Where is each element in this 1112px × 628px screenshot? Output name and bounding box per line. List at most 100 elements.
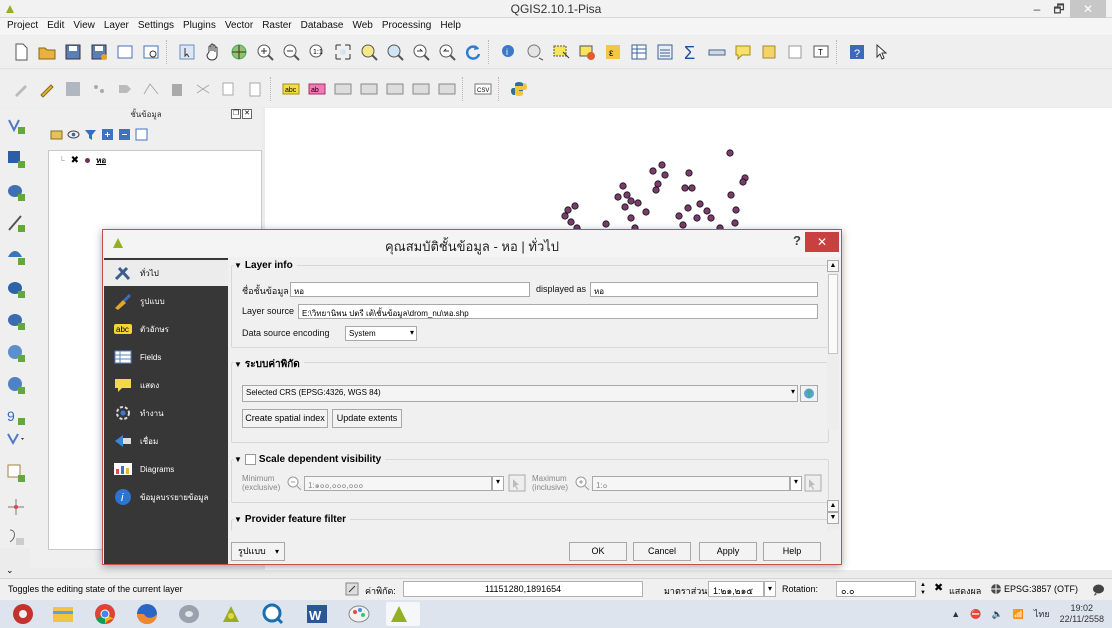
scroll-up-icon[interactable]: ▲ [827,260,839,272]
scrollbar-thumb[interactable] [828,274,838,354]
panel-float-button[interactable]: ❐ [231,109,241,119]
menu-project[interactable]: Project [3,18,43,35]
add-group-icon[interactable] [50,128,63,141]
sidebar-item-labels[interactable]: abc ตัวอักษร [104,316,228,342]
qgis-active-task[interactable] [386,602,420,626]
layer-row[interactable]: └ ✖ หอ [59,154,106,167]
toggle-editing-icon[interactable] [34,76,60,102]
panel-close-button[interactable]: ✕ [242,109,252,119]
scroll-up-icon[interactable]: ▲ [827,500,839,512]
python-console-icon[interactable] [506,76,532,102]
crs-header[interactable]: ▼ ระบบค่าพิกัด [234,357,304,372]
apply-button[interactable]: Apply [699,542,757,561]
menu-vector[interactable]: Vector [221,18,258,35]
save-as-icon[interactable] [86,39,112,65]
set-current-scale-icon[interactable] [804,474,822,492]
layer-source-input[interactable]: E:\วิทยานิพน ปตรี เต้\ชั้นข้อมูล\drom_nu… [298,304,818,319]
update-extents-button[interactable]: Update extents [332,409,402,428]
expand-all-icon[interactable] [101,128,114,141]
measure-icon[interactable] [704,39,730,65]
zoom-next-icon[interactable] [434,39,460,65]
qgis-browser-icon[interactable] [260,602,286,626]
rotation-spinner[interactable]: ▲ ▼ [918,581,928,597]
add-oracle-layer-icon[interactable] [5,278,27,300]
layer-checkbox[interactable]: ✖ [71,155,79,166]
actions-dropdown-icon[interactable] [522,39,548,65]
paint-icon[interactable] [346,602,372,626]
chrome-icon[interactable] [92,602,118,626]
style-menu-button[interactable]: รูปแบบ ▾ [231,542,285,561]
menu-layer[interactable]: Layer [100,18,134,35]
sidebar-item-fields[interactable]: Fields [104,344,228,370]
message-log-icon[interactable] [1092,583,1105,596]
add-vector-layer-icon[interactable] [5,114,27,136]
set-current-scale-icon[interactable] [508,474,526,492]
expand-toolbar-icon[interactable]: ⌄ [6,565,14,576]
add-spatialite-layer-icon[interactable] [5,212,27,234]
scroll-down-icon[interactable]: ▼ [827,512,839,524]
sidebar-item-style[interactable]: รูปแบบ [104,288,228,314]
qgis-desktop-icon[interactable] [218,602,244,626]
sidebar-item-general[interactable]: ทั่วไป [104,260,228,286]
label-show-hide-icon[interactable] [356,76,382,102]
file-explorer-icon[interactable] [50,602,76,626]
show-bookmarks-icon[interactable] [782,39,808,65]
sidebar-item-joins[interactable]: เชื่อม [104,428,228,454]
clock[interactable]: 19:02 22/11/2558 [1060,603,1104,625]
zoom-in-icon[interactable] [252,39,278,65]
layer-name[interactable]: หอ [96,154,106,167]
label-highlight-icon[interactable]: ab [304,76,330,102]
paste-features-icon[interactable] [242,76,268,102]
rotation-field[interactable]: ๐.๐ [836,581,916,597]
pan-map-icon[interactable] [200,39,226,65]
menu-processing[interactable]: Processing [378,18,436,35]
csv-icon[interactable]: CSV [470,76,496,102]
move-feature-icon[interactable] [112,76,138,102]
zoom-full-icon[interactable] [330,39,356,65]
zoom-out-icon[interactable] [278,39,304,65]
add-oracle-georaster-icon[interactable] [5,526,27,548]
firefox-icon[interactable] [134,602,160,626]
maximum-scale-input[interactable]: 1:๐ [592,476,790,491]
add-mssql-layer-icon[interactable] [5,245,27,267]
menu-edit[interactable]: Edit [43,18,69,35]
scale-dropdown[interactable]: ▾ [764,581,776,597]
minimize-button[interactable]: – [1026,0,1048,18]
content-scrollbar-bottom[interactable]: ▲ ▼ [827,500,839,530]
map-tips-icon[interactable] [730,39,756,65]
field-calculator-icon[interactable]: ε [600,39,626,65]
collapse-all-icon[interactable] [118,128,131,141]
open-project-icon[interactable] [34,39,60,65]
node-tool-icon[interactable] [138,76,164,102]
sidebar-item-actions[interactable]: ทำงาน [104,400,228,426]
composer-manager-icon[interactable] [138,39,164,65]
dialog-close-button[interactable]: ✕ [805,232,839,252]
label-toolbar-abc-icon[interactable]: abc [278,76,304,102]
signal-icon[interactable]: 📶 [1013,609,1024,620]
new-bookmark-icon[interactable] [756,39,782,65]
crs-select[interactable]: Selected CRS (EPSG:4326, WGS 84) ▾ [242,385,798,402]
ok-button[interactable]: OK [569,542,627,561]
add-raster-layer-icon[interactable] [5,148,27,170]
coordinate-field[interactable]: 11151280,1891654 [403,581,643,597]
select-crs-icon[interactable] [800,385,818,402]
layer-name-input[interactable]: หอ [290,282,530,297]
maximize-button[interactable]: 🗗 [1048,0,1070,18]
word-icon[interactable]: W [304,602,330,626]
scale-visibility-checkbox[interactable] [244,454,256,465]
crs-status[interactable]: EPSG:3857 (OTF) [1004,584,1078,594]
minimum-scale-dropdown[interactable]: ▾ [492,476,504,491]
menu-raster[interactable]: Raster [258,18,296,35]
menu-settings[interactable]: Settings [134,18,179,35]
volume-icon[interactable]: 🔈 [991,609,1002,620]
filter-legend-icon[interactable] [84,128,97,141]
tray-expand-icon[interactable]: ▲ [951,609,960,619]
save-project-icon[interactable] [60,39,86,65]
add-wfs-layer-icon[interactable] [5,496,27,518]
cut-features-icon[interactable] [190,76,216,102]
select-features-icon[interactable] [548,39,574,65]
add-feature-icon[interactable] [86,76,112,102]
maximum-scale-dropdown[interactable]: ▾ [790,476,802,491]
add-db2-layer-icon[interactable] [5,310,27,332]
menu-help[interactable]: Help [436,18,466,35]
